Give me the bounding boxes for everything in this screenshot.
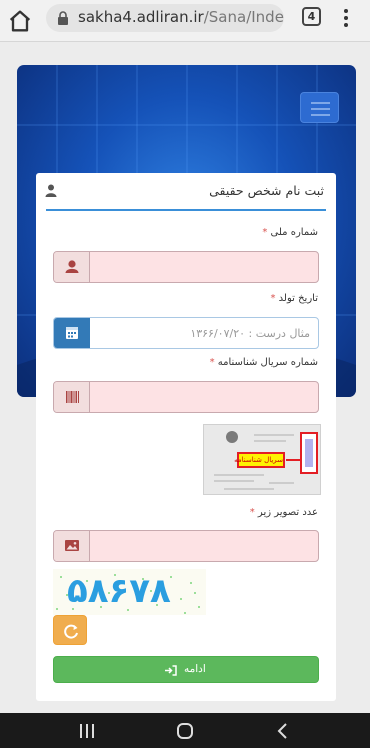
national-id-addon bbox=[54, 252, 90, 282]
refresh-captcha-button[interactable] bbox=[53, 615, 87, 645]
user-icon bbox=[65, 260, 79, 273]
birth-date-input[interactable] bbox=[91, 318, 318, 348]
image-icon bbox=[65, 540, 79, 551]
hamburger-icon[interactable] bbox=[300, 92, 339, 123]
captcha-addon bbox=[54, 531, 90, 561]
national-id-label-text: شماره ملی bbox=[270, 227, 318, 238]
address-bar[interactable]: sakha4.adliran.ir/Sana/Inde bbox=[46, 4, 284, 32]
required-mark: * bbox=[209, 357, 215, 368]
id-serial-addon bbox=[54, 382, 90, 412]
captcha-label: عدد تصویر زیر * bbox=[250, 507, 318, 518]
barcode-icon bbox=[66, 391, 79, 403]
captcha-code: ۵۸۶۷۸ bbox=[67, 571, 171, 611]
national-id-label: شماره ملی * bbox=[262, 227, 318, 238]
sign-in-icon bbox=[165, 665, 177, 676]
url-host: sakha4.adliran.ir bbox=[78, 8, 204, 26]
captcha-input[interactable] bbox=[91, 531, 318, 561]
calendar-addon[interactable] bbox=[54, 318, 90, 348]
url-text: sakha4.adliran.ir/Sana/Inde bbox=[78, 8, 284, 26]
registration-card: ثبت نام شخص حقیقی شماره ملی * تاریخ تولد… bbox=[36, 173, 336, 701]
page-title: ثبت نام شخص حقیقی bbox=[209, 183, 324, 198]
captcha-label-text: عدد تصویر زیر bbox=[257, 507, 318, 518]
national-id-field[interactable] bbox=[53, 251, 319, 283]
id-serial-sample-image: سریال شناسنامه bbox=[203, 424, 321, 495]
navigation-bar bbox=[0, 713, 370, 748]
id-serial-label: شماره سریال شناسنامه * bbox=[210, 357, 318, 368]
required-mark: * bbox=[270, 293, 276, 304]
continue-button[interactable]: ادامه bbox=[53, 656, 319, 683]
page-content: ثبت نام شخص حقیقی شماره ملی * تاریخ تولد… bbox=[0, 43, 370, 713]
national-id-input[interactable] bbox=[91, 252, 318, 282]
calendar-icon bbox=[66, 327, 78, 339]
card-header: ثبت نام شخص حقیقی bbox=[45, 173, 326, 211]
birth-date-field[interactable] bbox=[53, 317, 319, 349]
captcha-image: ۵۸۶۷۸ bbox=[53, 569, 206, 615]
browser-toolbar: sakha4.adliran.ir/Sana/Inde 4 bbox=[0, 0, 370, 42]
home-nav-icon[interactable] bbox=[176, 723, 194, 739]
id-serial-input[interactable] bbox=[91, 382, 318, 412]
home-icon[interactable] bbox=[6, 7, 34, 35]
back-icon[interactable] bbox=[276, 723, 290, 739]
lock-icon bbox=[58, 11, 68, 25]
birth-date-label-text: تاریخ تولد bbox=[278, 293, 318, 304]
required-mark: * bbox=[249, 507, 255, 518]
id-serial-field[interactable] bbox=[53, 381, 319, 413]
refresh-icon bbox=[64, 624, 78, 639]
tab-count-button[interactable]: 4 bbox=[302, 7, 321, 26]
user-icon bbox=[45, 184, 57, 197]
sample-serial-highlight: سریال شناسنامه bbox=[234, 452, 285, 468]
kebab-menu-icon[interactable] bbox=[336, 6, 356, 30]
captcha-field[interactable] bbox=[53, 530, 319, 562]
required-mark: * bbox=[262, 227, 268, 238]
continue-label: ادامه bbox=[184, 663, 206, 675]
recents-icon[interactable] bbox=[76, 723, 98, 739]
url-path: /Sana/Inde bbox=[203, 8, 284, 26]
id-serial-label-text: شماره سریال شناسنامه bbox=[217, 357, 318, 368]
birth-date-label: تاریخ تولد * bbox=[270, 293, 318, 304]
